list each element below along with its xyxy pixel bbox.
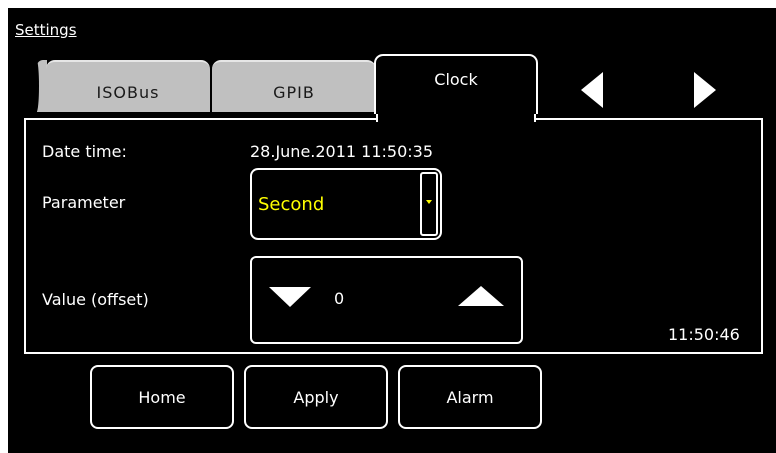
value-offset-label: Value (offset)	[42, 290, 149, 309]
alarm-button[interactable]: Alarm	[398, 365, 542, 429]
tab-clock[interactable]: Clock	[374, 54, 538, 114]
apply-button[interactable]: Apply	[244, 365, 388, 429]
date-time-value: 28.June.2011 11:50:35	[250, 142, 434, 161]
tab-isobus[interactable]: ISOBus	[46, 60, 210, 112]
apply-button-label: Apply	[293, 387, 339, 407]
home-button[interactable]: Home	[90, 365, 234, 429]
offset-value: 0	[334, 289, 345, 308]
current-time-readout: 11:50:46	[668, 325, 740, 344]
device-screen: Settings ISOBus GPIB Clock Date time: 28…	[8, 8, 776, 453]
tab-connector	[376, 114, 536, 122]
date-time-label: Date time:	[42, 142, 127, 161]
offset-stepper[interactable]: 0	[250, 256, 523, 344]
alarm-button-label: Alarm	[446, 387, 494, 407]
tab-isobus-label: ISOBus	[96, 82, 160, 102]
triangle-left-icon[interactable]	[581, 72, 603, 108]
tab-gpib[interactable]: GPIB	[212, 60, 376, 112]
tab-clock-label: Clock	[434, 69, 478, 89]
parameter-dropdown[interactable]: Second	[250, 168, 442, 240]
decrement-triangle-down-icon[interactable]	[269, 287, 311, 307]
parameter-label: Parameter	[42, 193, 126, 212]
tab-gpib-label: GPIB	[273, 82, 315, 102]
home-button-label: Home	[138, 387, 186, 407]
increment-triangle-up-icon[interactable]	[458, 286, 504, 306]
chevron-down-icon	[426, 200, 432, 204]
parameter-selected-value: Second	[258, 194, 325, 215]
page-title[interactable]: Settings	[15, 21, 77, 39]
triangle-right-icon[interactable]	[694, 72, 716, 108]
dropdown-toggle-button[interactable]	[420, 172, 438, 236]
